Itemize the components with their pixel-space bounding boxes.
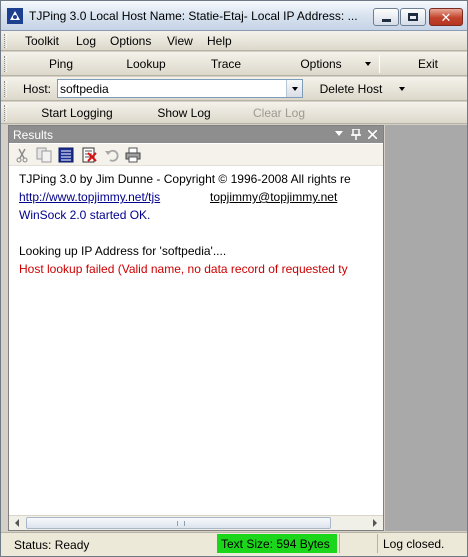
maximize-button[interactable]: [400, 8, 426, 26]
host-grip[interactable]: [4, 81, 7, 97]
maximize-icon: [408, 13, 418, 21]
host-input[interactable]: [60, 81, 286, 96]
copy-icon[interactable]: [36, 147, 52, 163]
copyright-line: TJPing 3.0 by Jim Dunne - Copyright © 19…: [19, 172, 351, 186]
ping-button[interactable]: Ping: [13, 57, 109, 71]
error-line: Host lookup failed (Valid name, no data …: [19, 262, 348, 276]
menu-toolkit[interactable]: Toolkit: [25, 34, 59, 48]
lookup-button[interactable]: Lookup: [111, 57, 181, 71]
empty-dock-area: [385, 125, 467, 531]
window-title: TJPing 3.0 Local Host Name: Statie-Etaj-…: [29, 9, 358, 23]
title-bar[interactable]: TJPing 3.0 Local Host Name: Statie-Etaj-…: [1, 1, 467, 31]
print-icon[interactable]: [125, 147, 141, 163]
lookup-line: Looking up IP Address for 'softpedia'...…: [19, 244, 227, 258]
cut-icon[interactable]: [14, 147, 30, 163]
panel-menu-icon[interactable]: [335, 131, 343, 137]
delete-host-dropdown-icon[interactable]: [399, 87, 405, 91]
exit-button[interactable]: Exit: [393, 57, 463, 71]
delete-host-button[interactable]: Delete Host: [311, 82, 391, 96]
menu-options[interactable]: Options: [110, 34, 151, 48]
app-icon: [7, 8, 23, 24]
status-text: Status: Ready: [14, 538, 90, 552]
trace-button[interactable]: Trace: [191, 57, 261, 71]
website-link[interactable]: http://www.topjimmy.net/tjs: [19, 190, 160, 204]
host-toolbar: Host: Delete Host: [1, 77, 467, 101]
close-button[interactable]: ✕: [429, 8, 463, 26]
dropdown-icon: [292, 87, 298, 91]
panel-close-icon[interactable]: [368, 130, 377, 139]
results-title: Results: [13, 128, 54, 142]
options-button[interactable]: Options: [289, 57, 353, 71]
start-logging-button[interactable]: Start Logging: [31, 106, 123, 120]
results-header: Results: [9, 126, 383, 143]
main-window: TJPing 3.0 Local Host Name: Statie-Etaj-…: [0, 0, 468, 557]
undo-icon[interactable]: [104, 147, 120, 163]
log-status: Log closed.: [377, 534, 463, 553]
toolbar-separator: [379, 55, 380, 73]
scrollbar-grip: [177, 521, 185, 526]
scroll-right-icon[interactable]: [373, 519, 377, 527]
status-bar: Status: Ready Text Size: 594 Bytes Log c…: [1, 532, 467, 556]
clear-log-button[interactable]: Clear Log: [245, 106, 313, 120]
winsock-line: WinSock 2.0 started OK.: [19, 208, 151, 222]
minimize-button[interactable]: [373, 8, 399, 26]
host-combo-button[interactable]: [286, 80, 302, 97]
host-combobox[interactable]: [57, 79, 303, 98]
close-icon: ✕: [440, 9, 452, 25]
show-log-button[interactable]: Show Log: [147, 106, 221, 120]
minimize-icon: [381, 19, 391, 22]
menu-bar: Toolkit Log Options View Help: [1, 31, 467, 51]
status-divider: [339, 534, 340, 553]
action-toolbar: Ping Lookup Trace Options Exit: [1, 52, 467, 76]
results-toolbar: [9, 144, 383, 166]
options-dropdown-icon[interactable]: [365, 62, 371, 66]
scroll-left-icon[interactable]: [15, 519, 19, 527]
results-panel: Results TJPing 3.0 by Jim Dunne - Copyri…: [8, 125, 384, 531]
email-link[interactable]: topjimmy@topjimmy.net: [210, 190, 337, 204]
menu-help[interactable]: Help: [207, 34, 232, 48]
text-size-indicator: Text Size: 594 Bytes: [217, 534, 337, 553]
menu-grip[interactable]: [4, 34, 7, 48]
menu-view[interactable]: View: [167, 34, 193, 48]
scrollbar-thumb[interactable]: [26, 517, 331, 529]
toolbar-grip[interactable]: [4, 56, 7, 72]
select-all-icon[interactable]: [58, 147, 74, 163]
pin-icon[interactable]: [351, 129, 361, 140]
menu-log[interactable]: Log: [76, 34, 96, 48]
results-text-area[interactable]: TJPing 3.0 by Jim Dunne - Copyright © 19…: [9, 166, 383, 516]
host-label: Host:: [23, 82, 52, 96]
horizontal-scrollbar[interactable]: [9, 515, 383, 530]
log-toolbar: Start Logging Show Log Clear Log: [1, 102, 467, 124]
delete-icon[interactable]: [81, 147, 97, 163]
log-grip[interactable]: [4, 105, 7, 121]
